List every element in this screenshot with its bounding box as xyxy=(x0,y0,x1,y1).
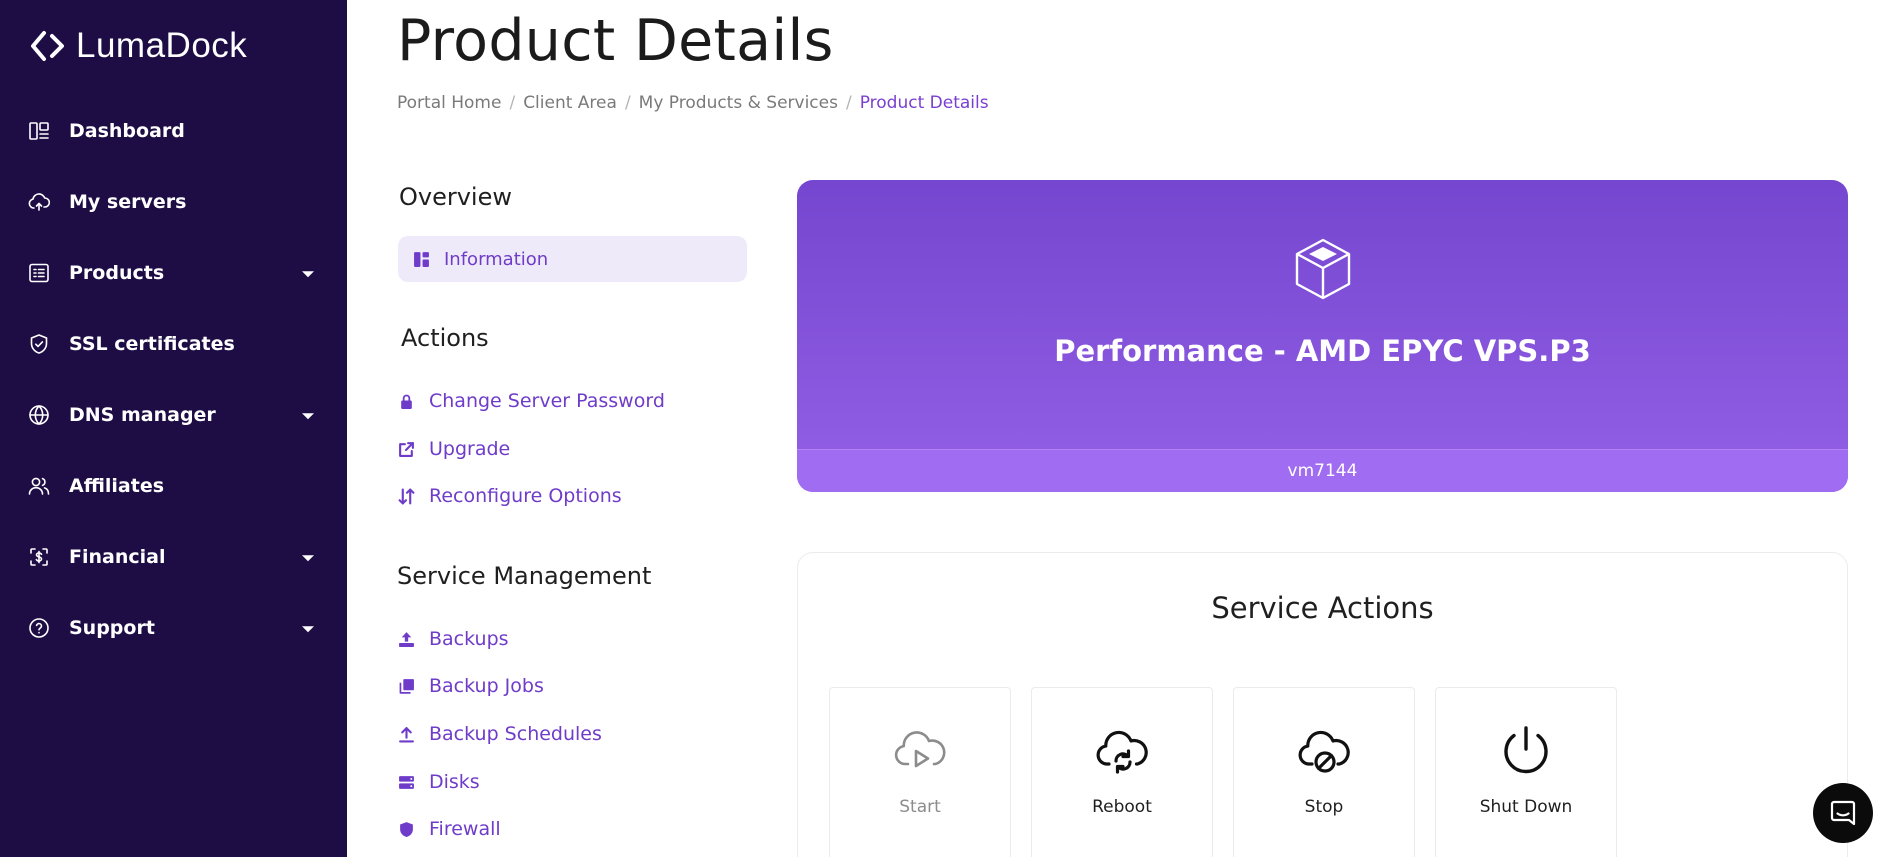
breadcrumb-current: Product Details xyxy=(859,93,989,113)
actions-heading: Actions xyxy=(401,324,489,352)
link-label: Upgrade xyxy=(429,438,511,460)
brand-name: LumaDock xyxy=(76,26,248,65)
breadcrumb-separator: / xyxy=(845,93,852,113)
dollar-icon xyxy=(30,547,48,566)
sidebar-item-label: Support xyxy=(69,616,155,639)
sidebar-item-support[interactable]: Support xyxy=(0,592,347,663)
breadcrumb-my-products[interactable]: My Products & Services xyxy=(639,93,838,113)
cloud-icon xyxy=(28,192,51,211)
product-card: Performance - AMD EPYC VPS.P3 vm7144 xyxy=(797,180,1848,492)
chevron-down-icon xyxy=(302,412,314,419)
sidebar-item-dns-manager[interactable]: DNS manager xyxy=(0,379,347,450)
action-label: Start xyxy=(899,797,941,817)
sidebar-item-affiliates[interactable]: Affiliates xyxy=(0,450,347,521)
breadcrumb-portal-home[interactable]: Portal Home xyxy=(397,93,501,113)
chat-launcher-button[interactable] xyxy=(1813,783,1873,843)
breadcrumb-separator: / xyxy=(624,93,631,113)
reconfigure-options-link[interactable]: Reconfigure Options xyxy=(398,485,622,507)
external-link-icon xyxy=(399,441,414,457)
link-label: Backup Schedules xyxy=(429,723,602,745)
cloud-play-icon xyxy=(894,731,946,768)
action-label: Shut Down xyxy=(1479,797,1573,817)
overview-heading: Overview xyxy=(399,183,512,211)
upload-tray-icon xyxy=(399,631,414,647)
sidebar-item-label: My servers xyxy=(69,190,187,213)
sidebar-item-label: Financial xyxy=(69,545,166,568)
page-title: Product Details xyxy=(397,8,834,74)
shut-down-button[interactable]: Shut Down xyxy=(1435,687,1617,857)
sidebar-item-ssl-certificates[interactable]: SSL certificates xyxy=(0,308,347,379)
link-label: Firewall xyxy=(429,818,501,840)
users-icon xyxy=(28,477,50,495)
sidebar-item-label: Affiliates xyxy=(69,474,165,497)
link-label: Disks xyxy=(429,771,480,793)
backup-jobs-link[interactable]: Backup Jobs xyxy=(398,675,544,697)
dashboard-grid-icon xyxy=(414,251,429,267)
chevron-down-icon xyxy=(302,554,314,561)
information-label: Information xyxy=(444,248,549,270)
sidebar-item-financial[interactable]: Financial xyxy=(0,521,347,592)
stop-button[interactable]: Stop xyxy=(1233,687,1415,857)
sidebar-item-products[interactable]: Products xyxy=(0,237,347,308)
backup-schedules-link[interactable]: Backup Schedules xyxy=(398,723,602,745)
products-list-icon xyxy=(29,263,49,282)
upgrade-link[interactable]: Upgrade xyxy=(398,438,510,460)
chevron-down-icon xyxy=(302,625,314,632)
upload-icon xyxy=(399,726,414,742)
sidebar-item-label: SSL certificates xyxy=(69,332,235,355)
product-name: Performance - AMD EPYC VPS.P3 xyxy=(1054,334,1591,368)
action-label: Reboot xyxy=(1092,797,1152,817)
change-server-password-link[interactable]: Change Server Password xyxy=(398,390,665,412)
sort-arrows-icon xyxy=(398,488,415,504)
shield-icon xyxy=(30,333,48,354)
link-label: Reconfigure Options xyxy=(429,485,622,507)
product-hostname: vm7144 xyxy=(797,449,1848,492)
server-icon xyxy=(399,775,414,789)
cube-icon xyxy=(1295,238,1350,300)
service-actions-title: Service Actions xyxy=(1211,591,1434,625)
chat-icon xyxy=(1830,800,1856,826)
action-label: Stop xyxy=(1304,797,1344,817)
copy-icon xyxy=(399,678,414,694)
sidebar-item-dashboard[interactable]: Dashboard xyxy=(0,95,347,166)
chevron-down-icon xyxy=(302,270,314,277)
globe-icon xyxy=(29,404,49,425)
sidebar-item-my-servers[interactable]: My servers xyxy=(0,166,347,237)
link-label: Change Server Password xyxy=(429,390,665,412)
start-button[interactable]: Start xyxy=(829,687,1011,857)
shield-solid-icon xyxy=(400,821,413,837)
reboot-button[interactable]: Reboot xyxy=(1031,687,1213,857)
sidebar-item-label: Products xyxy=(69,261,165,284)
service-actions-panel: Service Actions Start Reboot Stop Shut D… xyxy=(797,552,1848,857)
backups-link[interactable]: Backups xyxy=(398,628,509,650)
service-management-heading: Service Management xyxy=(397,562,652,590)
brand-logo-icon xyxy=(31,31,64,61)
information-tab[interactable]: Information xyxy=(398,236,747,282)
sidebar-item-label: DNS manager xyxy=(69,403,216,426)
dashboard-icon xyxy=(29,121,49,140)
firewall-link[interactable]: Firewall xyxy=(398,818,501,840)
cloud-refresh-icon xyxy=(1096,730,1148,774)
sidebar-item-label: Dashboard xyxy=(69,119,185,142)
breadcrumb: Portal Home / Client Area / My Products … xyxy=(397,93,989,113)
breadcrumb-separator: / xyxy=(509,93,516,113)
disks-link[interactable]: Disks xyxy=(398,771,480,793)
power-icon xyxy=(1504,726,1548,774)
breadcrumb-client-area[interactable]: Client Area xyxy=(523,93,617,113)
cloud-block-icon xyxy=(1298,730,1350,773)
link-label: Backups xyxy=(429,628,509,650)
sidebar-nav: Dashboard My servers Products SSL certif… xyxy=(0,95,347,663)
brand-logo[interactable]: LumaDock xyxy=(28,25,247,67)
lock-icon xyxy=(401,394,412,409)
link-label: Backup Jobs xyxy=(429,675,544,697)
help-icon xyxy=(29,617,49,638)
sidebar: LumaDock Dashboard My servers Products S… xyxy=(0,0,347,857)
